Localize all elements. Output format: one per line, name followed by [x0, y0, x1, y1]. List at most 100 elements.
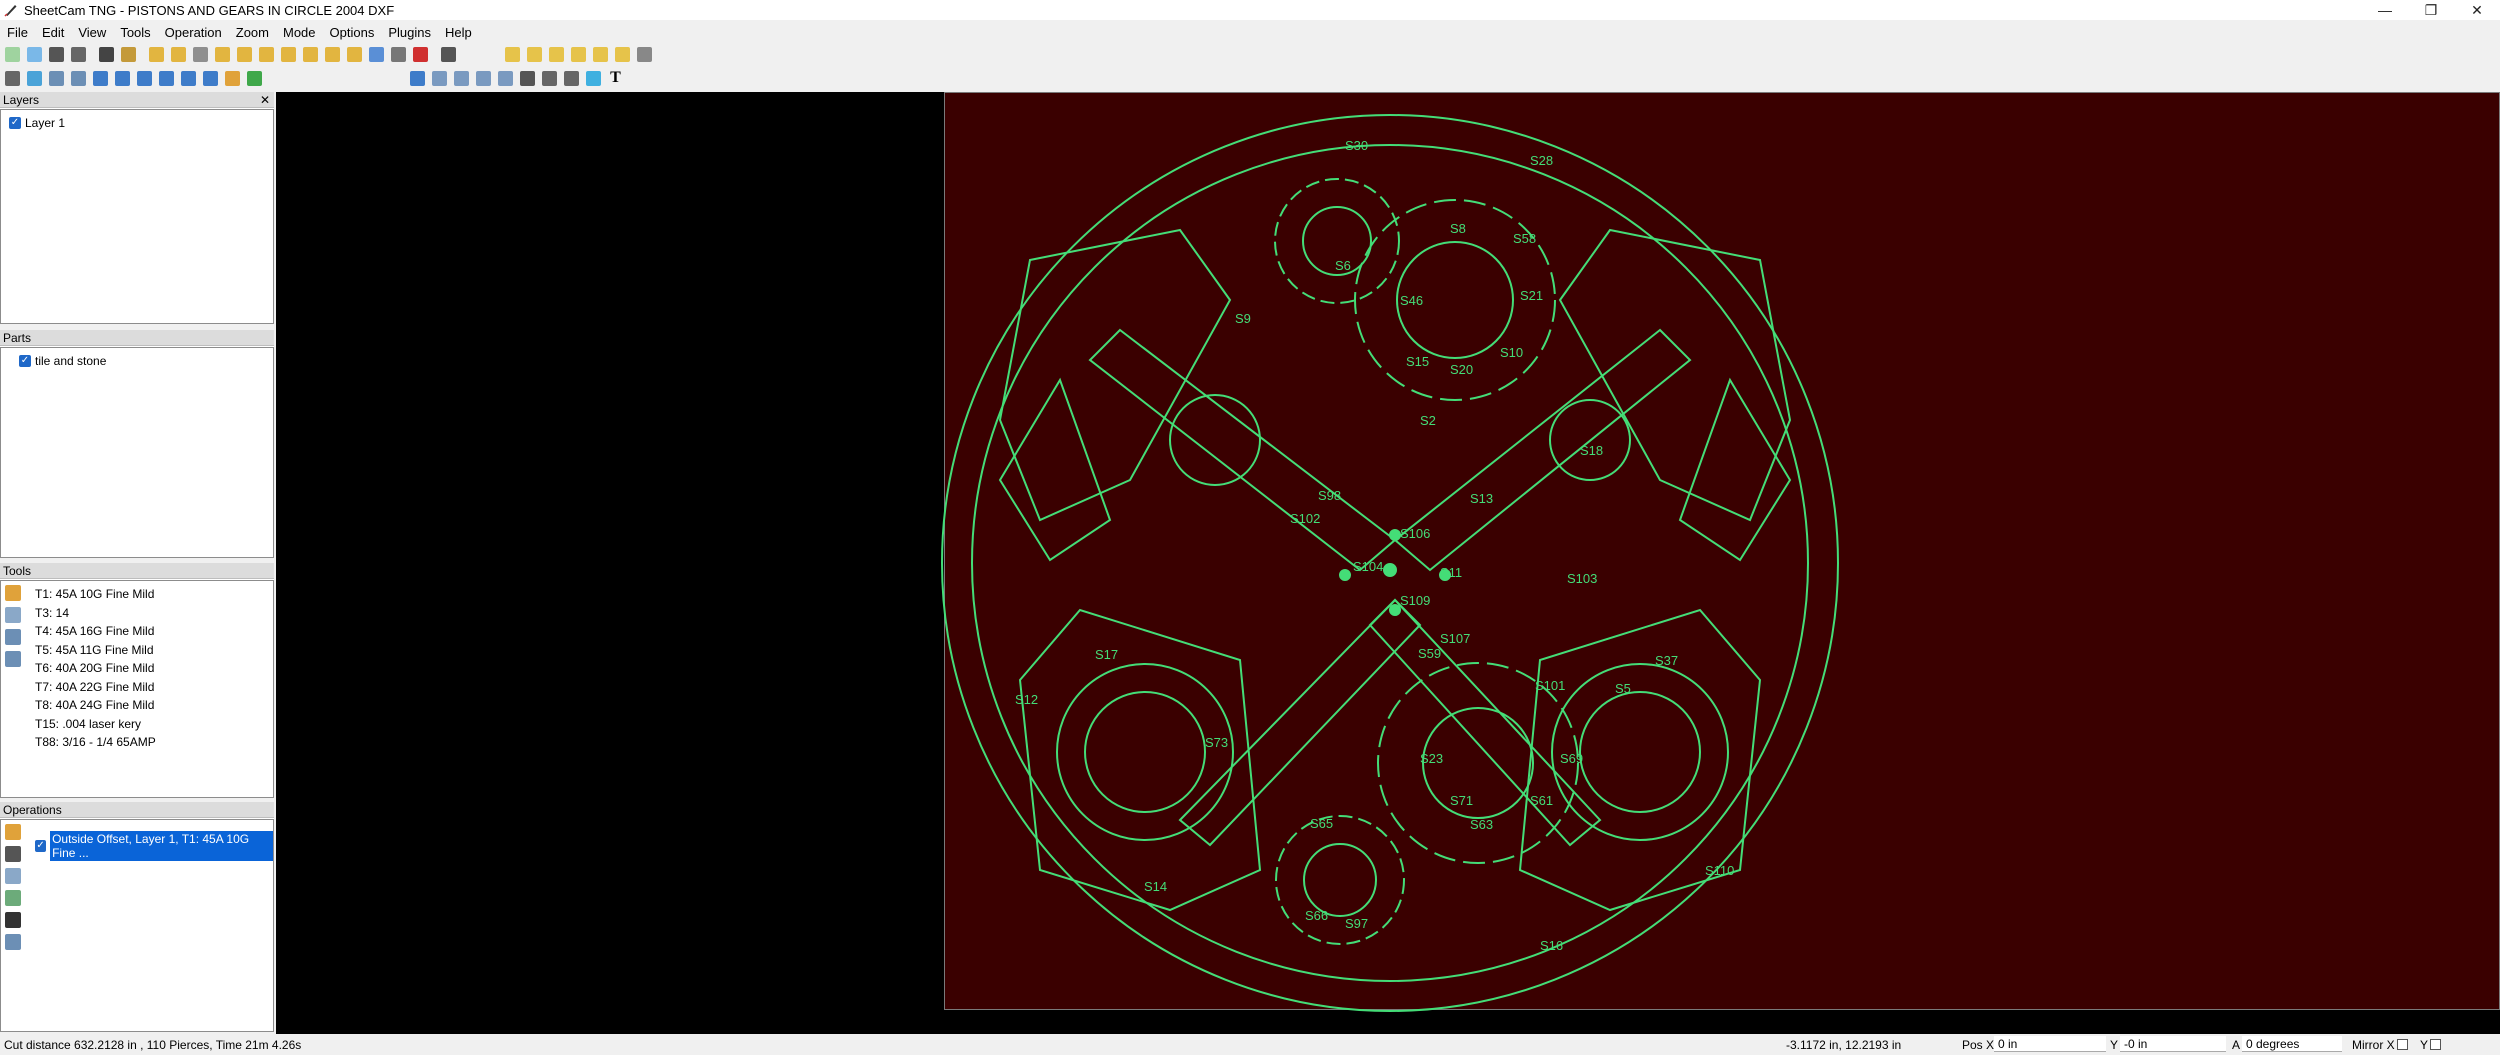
edit-tool-btn-5[interactable]	[539, 68, 560, 89]
save-job-button[interactable]	[46, 44, 67, 65]
minimize-button[interactable]: —	[2362, 0, 2408, 20]
tool-item[interactable]: T1: 45A 10G Fine Mild	[35, 585, 156, 604]
tool-btn-11[interactable]	[366, 44, 387, 65]
operation-settings-icon[interactable]	[5, 868, 21, 884]
edit-tool-btn-3[interactable]	[473, 68, 494, 89]
pos-x-label: Pos X	[1962, 1038, 1995, 1052]
layer-checkbox[interactable]: ✓	[9, 116, 21, 129]
tool-table-icon[interactable]	[5, 629, 21, 645]
tool-btn-12[interactable]	[388, 44, 409, 65]
move-icon	[520, 70, 535, 86]
zoom-part-button[interactable]	[568, 44, 589, 65]
op-btn-8[interactable]	[156, 68, 177, 89]
part-checkbox[interactable]: ✓	[19, 354, 31, 367]
open-job-button[interactable]	[24, 44, 45, 65]
tool-item[interactable]: T6: 40A 20G Fine Mild	[35, 659, 156, 678]
zoom-extents-button[interactable]	[634, 44, 655, 65]
machine-button[interactable]	[118, 44, 139, 65]
new-tool-icon[interactable]	[5, 585, 21, 601]
zoom-in-button[interactable]	[502, 44, 523, 65]
tool-btn-5[interactable]	[234, 44, 255, 65]
layers-title: Layers	[3, 93, 40, 107]
edit-tool-btn-1[interactable]	[429, 68, 450, 89]
mirror-y-checkbox[interactable]	[2430, 1039, 2441, 1050]
op-btn-1[interactable]	[2, 68, 23, 89]
menu-mode[interactable]: Mode	[276, 25, 323, 40]
op-btn-2[interactable]	[24, 68, 45, 89]
op-btn-11[interactable]	[222, 68, 243, 89]
tool-btn-1[interactable]	[146, 44, 167, 65]
print-button[interactable]	[68, 44, 89, 65]
op-btn-3[interactable]	[46, 68, 67, 89]
tool-grid-icon[interactable]	[5, 651, 21, 667]
new-operation-icon[interactable]	[5, 824, 21, 840]
tool-item[interactable]: T7: 40A 22G Fine Mild	[35, 678, 156, 697]
menu-tools[interactable]: Tools	[113, 25, 157, 40]
operation-checkbox[interactable]: ✓	[35, 840, 47, 852]
menu-help[interactable]: Help	[438, 25, 479, 40]
material-sheet[interactable]	[944, 92, 2500, 1010]
layer-item[interactable]: ✓ Layer 1	[1, 114, 273, 131]
menu-file[interactable]: File	[0, 25, 35, 40]
tool-item[interactable]: T15: .004 laser kery	[35, 715, 156, 734]
select-tool-button[interactable]	[407, 68, 428, 89]
tool-settings-icon[interactable]	[5, 607, 21, 623]
new-job-button[interactable]	[2, 44, 23, 65]
op-btn-6[interactable]	[112, 68, 133, 89]
tool-btn-4[interactable]	[212, 44, 233, 65]
tool-item[interactable]: T8: 40A 24G Fine Mild	[35, 696, 156, 715]
tool-item[interactable]: T3: 14	[35, 604, 156, 623]
op-btn-12[interactable]	[244, 68, 265, 89]
delete-operation-button[interactable]	[410, 44, 431, 65]
tool-btn-6[interactable]	[256, 44, 277, 65]
operation-table-icon[interactable]	[5, 934, 21, 950]
tool-btn-10[interactable]	[344, 44, 365, 65]
operation-item[interactable]: ✓ Outside Offset, Layer 1, T1: 45A 10G F…	[35, 831, 273, 861]
close-button[interactable]: ✕	[2454, 0, 2500, 20]
maximize-button[interactable]: ❐	[2408, 0, 2454, 20]
tool-item[interactable]: T4: 45A 16G Fine Mild	[35, 622, 156, 641]
edit-tool-btn-6[interactable]	[561, 68, 582, 89]
pos-x-field[interactable]: 0 in	[1994, 1036, 2106, 1052]
tool-btn-3[interactable]	[190, 44, 211, 65]
menu-options[interactable]: Options	[323, 25, 382, 40]
tool-item[interactable]: T88: 3/16 - 1/4 65AMP	[35, 733, 156, 752]
menu-view[interactable]: View	[71, 25, 113, 40]
tool-btn-9[interactable]	[322, 44, 343, 65]
zoom-out-button[interactable]	[524, 44, 545, 65]
tool-item[interactable]: T5: 45A 11G Fine Mild	[35, 641, 156, 660]
part-item[interactable]: ✓ tile and stone	[1, 352, 273, 369]
operation-part-icon[interactable]	[5, 890, 21, 906]
menu-zoom[interactable]: Zoom	[229, 25, 276, 40]
op-btn-5[interactable]	[90, 68, 111, 89]
post-process-button[interactable]	[96, 44, 117, 65]
undo-button[interactable]	[438, 44, 459, 65]
op-btn-7[interactable]	[134, 68, 155, 89]
mirror-x-checkbox[interactable]	[2397, 1039, 2408, 1050]
tool-btn-7[interactable]	[278, 44, 299, 65]
zoom-sheet-button[interactable]	[612, 44, 633, 65]
zoom-all-button[interactable]	[590, 44, 611, 65]
zoom-all-icon	[593, 46, 608, 62]
menu-plugins[interactable]: Plugins	[381, 25, 438, 40]
edit-tool-btn-2[interactable]	[451, 68, 472, 89]
tool-btn-8[interactable]	[300, 44, 321, 65]
op-btn-4[interactable]	[68, 68, 89, 89]
menu-edit[interactable]: Edit	[35, 25, 71, 40]
edit-tool-btn-4[interactable]	[495, 68, 516, 89]
tool-10-icon	[347, 46, 362, 62]
operation-tool-icon[interactable]	[5, 846, 21, 862]
angle-field[interactable]: 0 degrees	[2242, 1036, 2342, 1052]
edit-tool-btn-7[interactable]	[583, 68, 604, 89]
tool-2-icon	[171, 46, 186, 62]
text-tool-button[interactable]: T	[605, 68, 626, 89]
move-button[interactable]	[517, 68, 538, 89]
menu-operation[interactable]: Operation	[158, 25, 229, 40]
zoom-window-button[interactable]	[546, 44, 567, 65]
tool-btn-2[interactable]	[168, 44, 189, 65]
operation-move-icon[interactable]	[5, 912, 21, 928]
y-field[interactable]: -0 in	[2120, 1036, 2226, 1052]
layers-close-icon[interactable]: ✕	[260, 92, 270, 108]
op-btn-10[interactable]	[200, 68, 221, 89]
op-btn-9[interactable]	[178, 68, 199, 89]
